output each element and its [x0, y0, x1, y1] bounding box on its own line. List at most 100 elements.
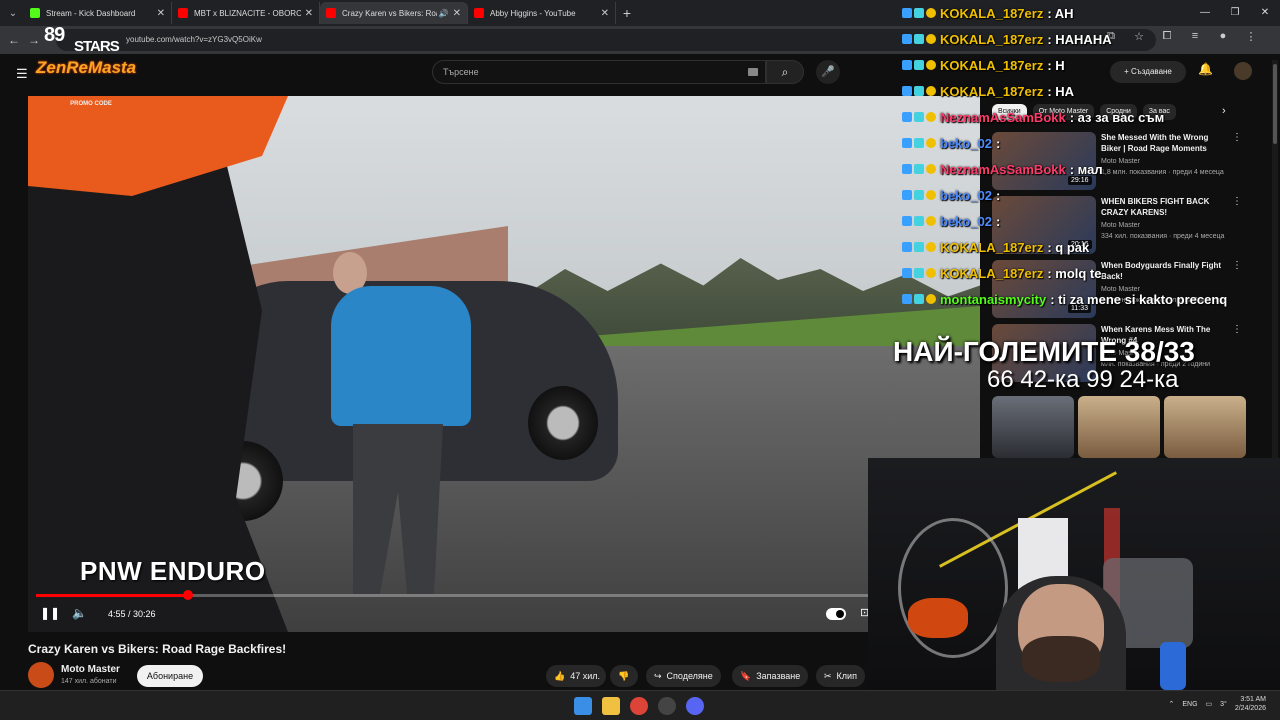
chat-badges — [902, 112, 936, 122]
tab-abby-higgins[interactable]: Abby Higgins - YouTube ✕ — [468, 2, 616, 24]
obs-icon[interactable] — [658, 697, 676, 715]
chat-text: : molq te — [1047, 265, 1102, 281]
badge-icon — [902, 60, 912, 70]
start-icon[interactable] — [574, 697, 592, 715]
more-options-icon[interactable]: ⋮ — [1232, 324, 1242, 335]
chat-badges — [902, 138, 936, 148]
dislike-button[interactable]: 👎 — [610, 665, 638, 687]
like-button[interactable]: 👍 47 хил. — [546, 665, 606, 687]
progress-scrubber[interactable] — [182, 590, 193, 600]
short-thumbnail[interactable] — [1164, 396, 1246, 458]
tab-crazy-karen[interactable]: Crazy Karen vs Bikers: Road 🔊 ✕ — [320, 2, 468, 24]
badge-icon — [914, 242, 924, 252]
badge-icon — [902, 34, 912, 44]
save-label: Запазване — [756, 671, 801, 681]
thumbs-down-icon: 👎 — [618, 671, 630, 681]
short-thumbnail[interactable] — [1078, 396, 1160, 458]
search-input[interactable]: Търсене — [432, 60, 766, 84]
badge-icon — [914, 268, 924, 278]
badge-icon — [914, 60, 924, 70]
autoplay-toggle[interactable] — [826, 608, 846, 620]
chat-badges — [902, 294, 936, 304]
channel-avatar[interactable] — [28, 662, 54, 688]
badge-icon — [902, 8, 912, 18]
close-tab-icon[interactable]: ✕ — [157, 8, 165, 19]
sponsor-name: ZenReMasta — [36, 58, 137, 77]
chat-text: : — [996, 213, 1001, 229]
webcam-beard — [1022, 636, 1100, 682]
keyboard-icon[interactable] — [748, 68, 758, 76]
counter-subtitle: 66 42-ка 99 24-ка — [987, 366, 1179, 393]
badge-icon — [926, 164, 936, 174]
tab-label: Crazy Karen vs Bikers: Road — [342, 8, 437, 18]
network-icon[interactable]: ▭ — [1206, 700, 1213, 708]
chat-username: KOKALA_187erz — [940, 57, 1044, 73]
youtube-icon — [326, 8, 336, 18]
webcam-bottle — [1160, 642, 1186, 690]
youtube-icon — [474, 8, 484, 18]
save-button[interactable]: 🔖 Запазване — [732, 665, 809, 687]
badge-icon — [926, 8, 936, 18]
chat-message: montanaismycity: ti za mene si kakto pre… — [902, 286, 1280, 312]
tab-label: Stream - Kick Dashboard — [46, 8, 136, 18]
hamburger-menu-icon[interactable]: ☰ — [16, 66, 28, 82]
new-tab-button[interactable]: + — [616, 5, 638, 21]
badge-icon — [926, 242, 936, 252]
badge-icon — [902, 242, 912, 252]
time-display: 4:55 / 30:26 — [108, 609, 156, 619]
chat-message: KOKALA_187erz: AH — [902, 0, 1280, 26]
close-tab-icon[interactable]: ✕ — [453, 8, 461, 19]
chat-badges — [902, 8, 936, 18]
taskbar-apps — [574, 697, 704, 715]
tab-oboroti[interactable]: MBT x BLIZNACITE - OBOROTI ✕ — [172, 2, 320, 24]
scissors-icon: ✂ — [824, 671, 832, 681]
video-player[interactable]: PNW ENDURO ❚❚ 🔈 4:55 / 30:26 ⊡ — [28, 96, 980, 632]
tab-search-icon[interactable]: ⌄ — [2, 2, 24, 24]
search-button[interactable]: ⌕ — [766, 60, 804, 84]
screen: ⌄ Stream - Kick Dashboard ✕ MBT x BLIZNA… — [0, 0, 1280, 720]
chat-text: : — [996, 135, 1001, 151]
badge-icon — [902, 216, 912, 226]
badge-icon — [914, 86, 924, 96]
chat-badges — [902, 34, 936, 44]
pause-icon[interactable]: ❚❚ — [40, 606, 60, 620]
chat-username: beko_02 — [940, 135, 993, 151]
stream-chat-overlay: KOKALA_187erz: AH KOKALA_187erz: HAHAHA KO… — [902, 0, 1280, 312]
badge-icon — [926, 216, 936, 226]
clock[interactable]: 3:51 AM 2/24/2026 — [1235, 695, 1266, 713]
like-count: 47 хил. — [570, 671, 601, 681]
badge-icon — [926, 60, 936, 70]
short-thumbnail[interactable] — [992, 396, 1074, 458]
clip-button[interactable]: ✂ Клип — [816, 665, 865, 687]
chat-badges — [902, 86, 936, 96]
speaker-icon[interactable]: 🔊 — [439, 9, 449, 18]
discord-icon[interactable] — [686, 697, 704, 715]
badge-icon — [926, 34, 936, 44]
tray-chevron-icon[interactable]: ⌃ — [1168, 700, 1174, 708]
badge-icon — [914, 294, 924, 304]
language-indicator[interactable]: ENG — [1182, 701, 1197, 708]
tab-kick-dashboard[interactable]: Stream - Kick Dashboard ✕ — [24, 2, 172, 24]
share-button[interactable]: ↪ Споделяне — [646, 665, 721, 687]
search-icon: ⌕ — [781, 65, 789, 79]
close-tab-icon[interactable]: ✕ — [601, 8, 609, 19]
clip-label: Клип — [836, 671, 857, 681]
badge-icon — [902, 112, 912, 122]
system-tray: ⌃ ENG ▭ 3° 3:51 AM 2/24/2026 — [1168, 695, 1266, 713]
youtube-icon — [178, 8, 188, 18]
chat-text: : аз за вас съм — [1069, 109, 1165, 125]
chat-text: : ti za mene si kakto precenq — [1050, 291, 1228, 307]
volume-icon[interactable]: 🔈 — [72, 606, 87, 620]
close-tab-icon[interactable]: ✕ — [305, 8, 313, 19]
back-icon[interactable]: ← — [4, 33, 24, 47]
chat-message: KOKALA_187erz: q pak — [902, 234, 1280, 260]
forward-icon[interactable]: → — [24, 33, 44, 47]
chat-message: beko_02: — [902, 208, 1280, 234]
video-title: Crazy Karen vs Bikers: Road Rage Backfir… — [28, 642, 287, 656]
subscriber-count: 147 хил. абонати — [61, 678, 117, 685]
channel-name[interactable]: Moto Master — [61, 664, 120, 675]
voice-search-button[interactable]: 🎤 — [816, 60, 840, 84]
subscribe-button[interactable]: Абониране — [137, 665, 203, 687]
chrome-icon[interactable] — [630, 697, 648, 715]
file-explorer-icon[interactable] — [602, 697, 620, 715]
